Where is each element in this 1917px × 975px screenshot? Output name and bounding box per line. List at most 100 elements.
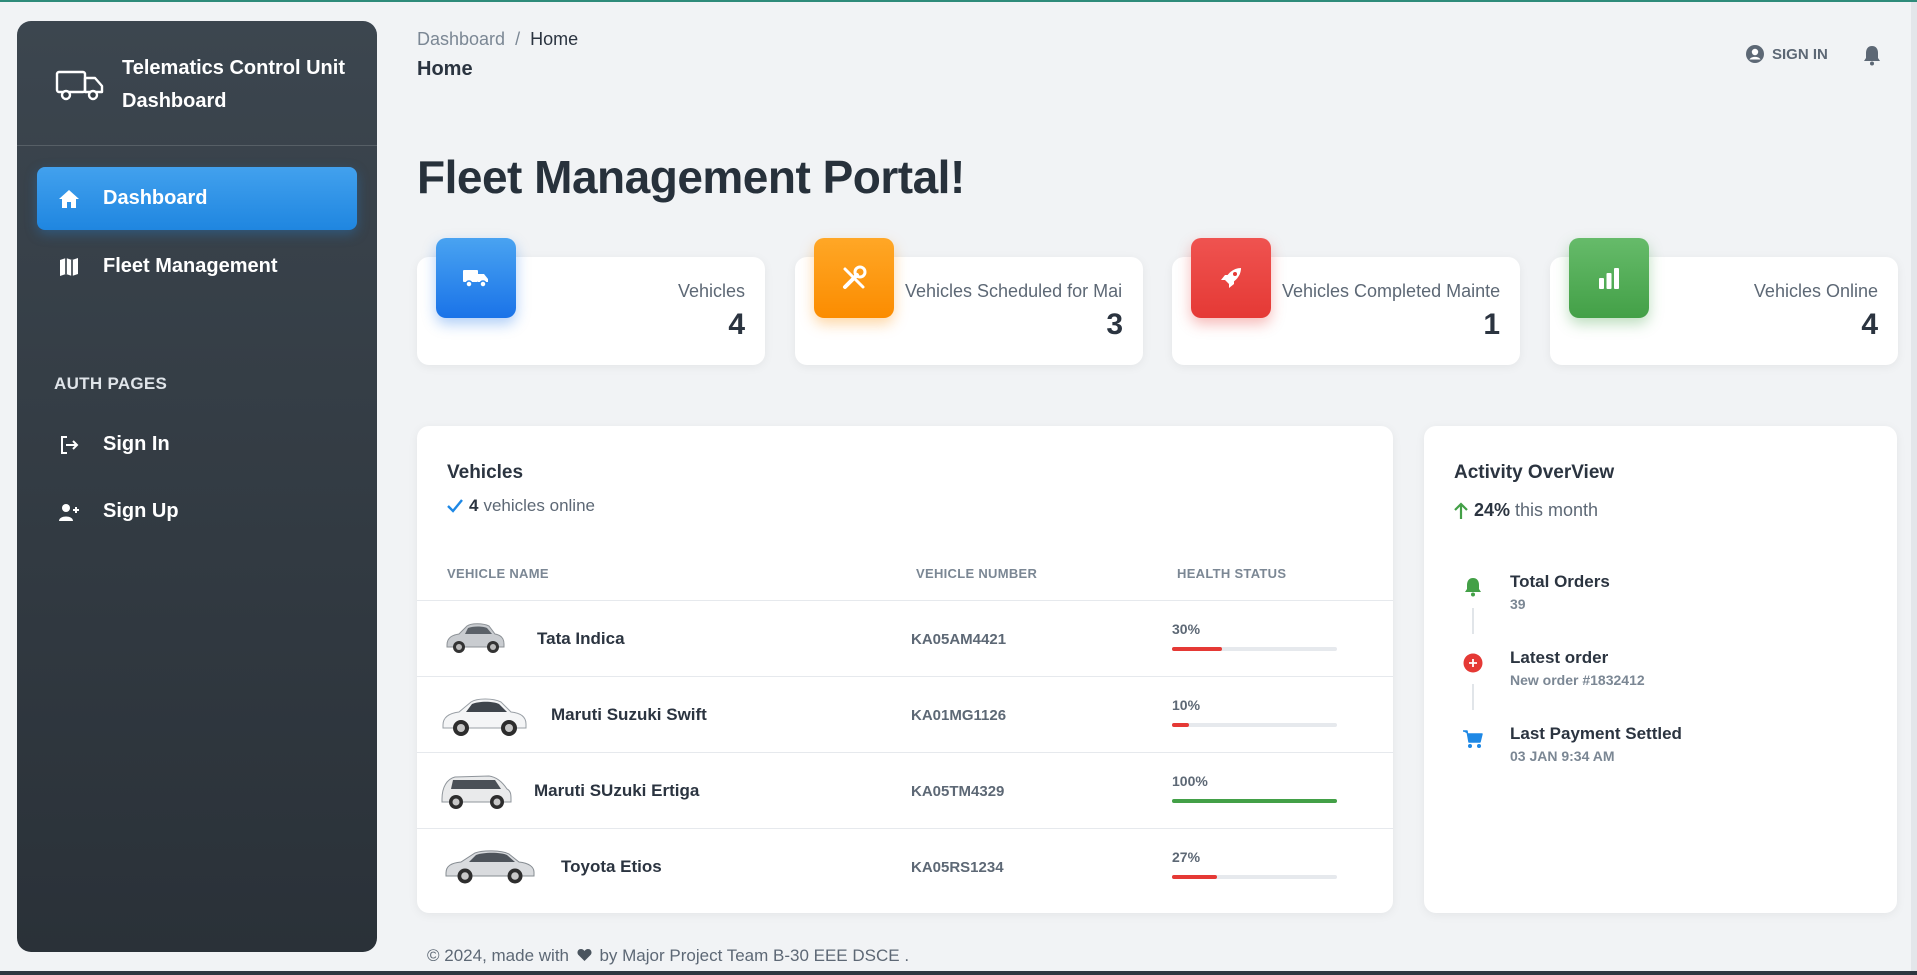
vehicles-panel-title: Vehicles <box>447 462 524 483</box>
notifications-button[interactable] <box>1862 44 1882 71</box>
health-percent: 10% <box>1172 697 1201 713</box>
vehicle-number: KA01MG1126 <box>911 707 1007 724</box>
stat-text: Vehicles Scheduled for Maintenance 3 <box>905 281 1123 342</box>
header-title: Home <box>417 58 473 80</box>
column-header-vehicle-name[interactable]: VEHICLE NAME <box>447 566 549 581</box>
map-icon <box>57 255 81 279</box>
stat-text: Vehicles 4 <box>527 281 745 342</box>
activity-growth-summary: 24% this month <box>1454 500 1598 521</box>
breadcrumb-root-link[interactable]: Dashboard <box>417 29 505 49</box>
sidebar-item-fleet-management[interactable]: Fleet Management <box>37 235 357 298</box>
car-image <box>446 623 505 653</box>
vehicle-name: Toyota Etios <box>561 857 662 876</box>
cart-icon <box>1462 728 1484 750</box>
plus-circle-icon <box>1462 652 1484 674</box>
stat-value: 4 <box>1861 308 1878 341</box>
activity-panel-title: Activity OverView <box>1454 462 1615 483</box>
top-accent-line <box>0 0 1917 2</box>
vehicles-panel: Vehicles 4 vehicles online VEHICLE NAME … <box>417 426 1393 913</box>
arrow-up-icon <box>1454 501 1468 519</box>
sidebar-item-label: Sign Up <box>103 500 179 522</box>
sidebar: Telematics Control Unit Dashboard Dashbo… <box>17 21 377 952</box>
footer-suffix: by Major Project Team B-30 EEE DSCE . <box>599 946 910 965</box>
sidebar-item-label: Fleet Management <box>103 255 278 277</box>
section-label-auth: AUTH PAGES <box>54 374 168 393</box>
tools-icon <box>814 238 894 318</box>
bell-icon <box>1462 576 1484 598</box>
bottom-border <box>0 971 1917 975</box>
sidebar-item-sign-up[interactable]: Sign Up <box>37 480 357 543</box>
vehicle-name: Maruti SUzuki Ertiga <box>534 781 700 800</box>
timeline-connector <box>1472 608 1474 634</box>
footer-prefix: © 2024, made with <box>427 946 569 965</box>
sidebar-item-dashboard[interactable]: Dashboard <box>37 167 357 230</box>
breadcrumb-current: Home <box>530 29 579 49</box>
timeline-connector <box>1472 684 1474 710</box>
sidebar-item-label: Dashboard <box>103 187 208 209</box>
health-progress-bar <box>1172 799 1337 803</box>
vehicles-online-text: vehicles online <box>483 496 595 515</box>
stat-text: Vehicles Completed Maintenance 1 <box>1282 281 1500 342</box>
health-progress-bar <box>1172 875 1337 879</box>
activity-growth-value: 24% <box>1474 500 1511 520</box>
check-icon <box>447 499 463 513</box>
stat-card-completed-maintenance: Vehicles Completed Maintenance 1 <box>1172 238 1520 365</box>
stat-label: Vehicles Completed Maintenance <box>1282 281 1500 301</box>
table-row[interactable]: Maruti Suzuki Swift KA01MG1126 10% <box>417 676 1393 753</box>
vehicle-name: Tata Indica <box>537 629 625 648</box>
activity-overview-panel: Activity OverView 24% this month Total O… <box>1424 426 1897 913</box>
rocket-icon <box>1191 238 1271 318</box>
truck-logo-icon <box>55 70 104 101</box>
sign-in-icon <box>57 433 81 457</box>
health-progress-fill <box>1172 723 1189 727</box>
vehicle-number: KA05RS1234 <box>911 859 1004 876</box>
bell-icon <box>1864 46 1880 66</box>
timeline-title: Total Orders <box>1510 572 1610 591</box>
car-image <box>441 775 512 809</box>
stat-card-scheduled-maintenance: Vehicles Scheduled for Maintenance 3 <box>795 238 1143 365</box>
timeline-title: Last Payment Settled <box>1510 724 1682 743</box>
sign-in-button[interactable]: SIGN IN <box>1745 44 1828 64</box>
home-icon <box>57 187 81 211</box>
stat-text: Vehicles Online 4 <box>1660 281 1878 342</box>
stat-label: Vehicles <box>677 281 745 301</box>
table-row[interactable]: Tata Indica KA05AM4421 30% <box>417 600 1393 677</box>
health-progress-fill <box>1172 875 1217 879</box>
vehicle-name: Maruti Suzuki Swift <box>551 705 707 724</box>
stat-label: Vehicles Online <box>1753 281 1878 301</box>
timeline-subtitle: 03 JAN 9:34 AM <box>1510 748 1615 764</box>
health-progress-fill <box>1172 799 1337 803</box>
health-percent: 27% <box>1172 849 1201 865</box>
stat-value: 3 <box>1106 308 1123 341</box>
breadcrumb: Dashboard / Home <box>417 29 578 50</box>
vehicles-online-summary: 4 vehicles online <box>447 496 595 516</box>
column-header-health-status[interactable]: HEALTH STATUS <box>1177 566 1286 581</box>
vehicle-number: KA05TM4329 <box>911 783 1005 800</box>
footer: © 2024, made with by Major Project Team … <box>427 946 909 966</box>
car-image <box>442 698 527 736</box>
table-row[interactable]: Toyota Etios KA05RS1234 27% <box>417 828 1393 905</box>
timeline-title: Latest order <box>1510 648 1609 667</box>
add-user-icon <box>57 500 81 524</box>
vehicles-online-count: 4 <box>469 496 479 515</box>
heart-icon <box>577 949 592 961</box>
user-circle-icon <box>1746 45 1764 63</box>
table-row[interactable]: Maruti SUzuki Ertiga KA05TM4329 100% <box>417 752 1393 829</box>
health-percent: 30% <box>1172 621 1201 637</box>
stat-card-vehicles: Vehicles 4 <box>417 238 765 365</box>
timeline-subtitle: 39 <box>1510 596 1526 612</box>
health-progress-bar <box>1172 647 1337 651</box>
sidebar-item-label: Sign In <box>103 433 170 455</box>
page-title: Fleet Management Portal! <box>417 151 965 203</box>
column-header-vehicle-number[interactable]: VEHICLE NUMBER <box>916 566 1037 581</box>
health-progress-bar <box>1172 723 1337 727</box>
stat-label: Vehicles Scheduled for Maintenance <box>905 281 1123 301</box>
truck-icon <box>436 238 516 318</box>
sign-in-label: SIGN IN <box>1772 45 1828 63</box>
sidebar-item-sign-in[interactable]: Sign In <box>37 413 357 476</box>
scrollbar[interactable] <box>1911 2 1917 971</box>
brand[interactable]: Telematics Control Unit Dashboard <box>17 21 377 146</box>
health-percent: 100% <box>1172 773 1208 789</box>
brand-title: Telematics Control Unit Dashboard <box>122 57 345 112</box>
car-image <box>445 850 535 884</box>
